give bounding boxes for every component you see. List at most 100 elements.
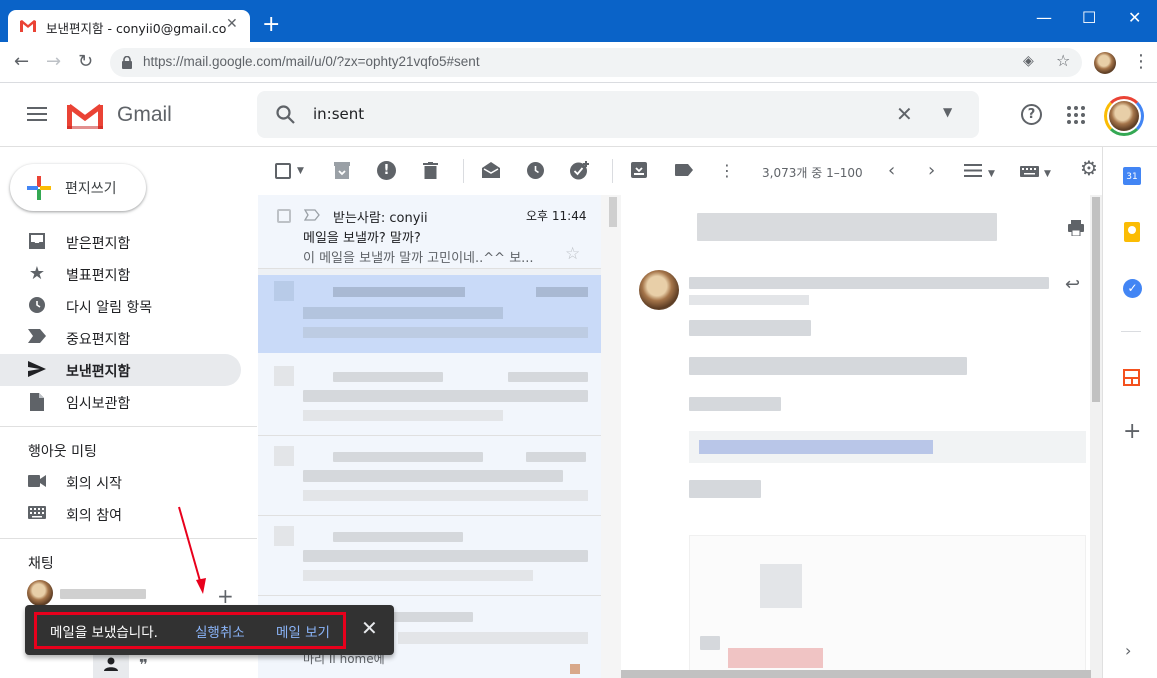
browser-tab[interactable]: 보낸편지함 - conyii0@gmail.com ✕ [8,10,250,42]
get-addons-icon[interactable]: + [1123,419,1141,444]
help-icon[interactable]: ? [1021,104,1042,125]
settings-gear-icon[interactable]: ⚙ [1080,158,1098,178]
main-menu-icon[interactable] [27,107,47,121]
tasks-icon[interactable]: ✓ [1123,279,1142,298]
keep-icon[interactable] [1124,222,1140,242]
mail-row-redacted[interactable] [258,440,601,514]
side-panel: 31 ✓ + › [1102,147,1157,678]
reading-pane: ↩ [621,195,1089,678]
redacted-link-block[interactable] [689,431,1086,463]
list-scrollbar-thumb[interactable] [609,197,617,227]
account-avatar-ring[interactable] [1104,96,1144,136]
select-menu-chevron-icon[interactable]: ▼ [297,162,304,180]
browser-menu-icon[interactable]: ⋮ [1132,52,1150,72]
input-tools-chevron-icon[interactable]: ▼ [1044,165,1051,183]
row-divider [258,435,601,436]
snackbar-close-icon[interactable]: ✕ [361,616,378,640]
lock-icon [122,56,132,69]
search-icon[interactable] [276,105,295,124]
redacted-block [333,532,463,542]
sidebar-item-snoozed[interactable]: 다시 알림 항목 [0,290,241,322]
apps-grid-icon[interactable] [1067,106,1085,124]
select-all-checkbox[interactable] [275,163,291,179]
reply-icon[interactable]: ↩ [1065,274,1080,295]
report-spam-icon[interactable]: ! [377,161,396,180]
person-icon [104,657,118,671]
send-icon [28,361,46,379]
gmail-logo-icon[interactable] [66,102,104,130]
tab-title: 보낸편지함 - conyii0@gmail.com [46,21,226,36]
label-important-icon [28,329,46,347]
meet-join-label: 회의 참여 [66,508,122,524]
redacted-block [274,526,294,546]
importance-marker-icon[interactable] [304,209,320,221]
addon-icon[interactable] [1123,369,1140,386]
page-count: 3,073개 중 1–100 [762,166,863,180]
label-icon[interactable] [675,164,693,176]
sidebar-item-sent[interactable]: 보낸편지함 [0,354,241,386]
reading-pane-hscroll-thumb[interactable] [621,670,1091,678]
mail-row-first[interactable]: 받는사람: conyii 오후 11:44 메일을 보낼까? 말까? 이 메일을… [258,195,601,269]
redacted-attachment[interactable] [689,535,1086,678]
mark-as-read-icon[interactable] [482,162,500,178]
address-bar[interactable]: https://mail.google.com/mail/u/0/?zx=oph… [110,48,1082,77]
mail-row-redacted[interactable] [258,520,601,594]
more-actions-icon[interactable]: ⋮ [719,162,735,180]
search-box[interactable]: in:sent ✕ ▼ [257,91,979,138]
sidebar-item-important[interactable]: 중요편지함 [0,322,241,354]
print-icon[interactable] [1068,220,1084,236]
redacted-block [303,550,588,562]
hide-side-panel-icon[interactable]: › [1125,641,1131,660]
redacted-block [303,410,503,421]
redacted-block [303,390,588,402]
sender-avatar[interactable] [639,270,679,310]
sidebar-item-starred[interactable]: ★ 별표편지함 [0,258,241,290]
split-pane-icon[interactable] [964,164,982,177]
minimize-button[interactable]: — [1036,8,1052,27]
star-toggle-icon[interactable]: ☆ [565,244,580,264]
sidebar-item-drafts[interactable]: 임시보관함 [0,386,241,418]
reload-icon[interactable]: ↻ [78,52,93,72]
delete-icon[interactable] [423,162,438,179]
gmail-wordmark: Gmail [117,103,172,126]
compose-button[interactable]: 편지쓰기 [10,164,146,211]
add-to-tasks-icon[interactable] [570,161,590,180]
calendar-icon[interactable]: 31 [1123,167,1141,185]
back-icon[interactable]: ← [14,52,29,72]
forward-icon[interactable]: → [46,52,61,72]
mail-row-redacted[interactable] [258,360,601,434]
extension-icon[interactable]: ◈ [1023,53,1034,69]
list-scrollbar[interactable] [601,195,621,678]
archive-icon[interactable] [334,162,350,179]
side-panel-divider [1121,331,1141,332]
newer-page-icon[interactable]: ‹ [888,162,895,180]
move-to-icon[interactable] [631,162,647,178]
browser-profile-avatar[interactable] [1094,52,1116,74]
close-window-button[interactable]: ✕ [1128,8,1141,27]
meet-start-item[interactable]: 회의 시작 [0,466,241,498]
search-options-icon[interactable]: ▼ [943,105,952,119]
bookmark-star-icon[interactable]: ☆ [1056,51,1070,70]
reading-pane-scrollbar-thumb[interactable] [1092,197,1100,402]
compose-label: 편지쓰기 [65,181,117,197]
sidebar-item-inbox[interactable]: 받은편지함 [0,226,241,258]
split-pane-chevron-icon[interactable]: ▼ [988,165,995,183]
meet-section-title: 행아웃 미팅 [28,444,97,460]
row-checkbox[interactable] [277,209,291,223]
chat-bubble-icon[interactable]: ❞ [139,656,148,674]
tab-close-icon[interactable]: ✕ [226,16,238,32]
new-tab-button[interactable]: + [262,14,280,36]
input-tools-icon[interactable] [1020,166,1039,177]
gmail-favicon-icon [20,20,36,32]
browser-navbar: ← → ↻ https://mail.google.com/mail/u/0/?… [0,42,1157,83]
keyboard-icon [28,505,46,523]
search-input[interactable]: in:sent [313,105,364,123]
clear-search-icon[interactable]: ✕ [896,102,913,126]
snooze-icon[interactable] [527,162,544,179]
chat-user-avatar[interactable] [27,580,53,606]
gmail-header: Gmail in:sent ✕ ▼ ? [0,83,1157,147]
older-page-icon[interactable]: › [928,162,935,180]
mail-row-selected-redacted[interactable] [258,275,601,353]
redacted-block [728,648,823,668]
maximize-button[interactable]: ☐ [1082,8,1096,27]
